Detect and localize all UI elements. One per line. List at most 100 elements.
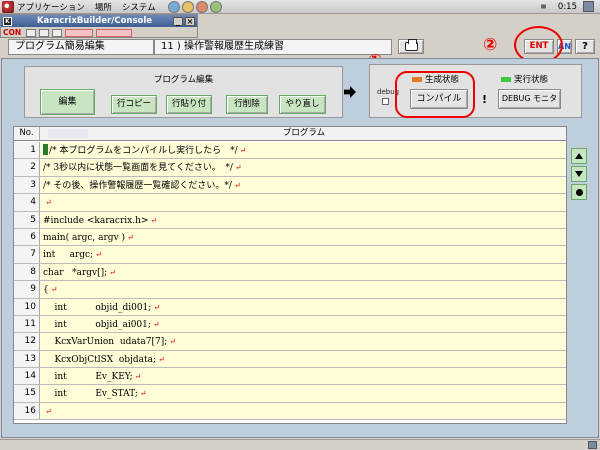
exec-status-label: 実行状態	[514, 75, 549, 85]
return-mark: ↵	[150, 215, 158, 225]
header-field	[48, 129, 88, 138]
minimize-button[interactable]: _	[173, 16, 183, 26]
code-line[interactable]: int Ev_STAT; ↵	[40, 385, 566, 402]
code-line[interactable]: int Ev_KEY; ↵	[40, 368, 566, 385]
edit-button[interactable]: 編集	[40, 89, 95, 115]
code-line[interactable]: #include <karacrix.h> ↵	[40, 211, 566, 228]
code-line[interactable]: int objid_di001; ↵	[40, 298, 566, 315]
console-title-bar[interactable]: K KaracrixBuilder/Console _ ×	[1, 15, 197, 27]
return-mark: ↵	[169, 337, 176, 347]
table-row[interactable]: 11 int objid_ai001; ↵	[14, 315, 566, 334]
office-launcher-icon[interactable]	[195, 0, 208, 13]
table-row[interactable]: 9{↵	[14, 281, 566, 299]
code-line[interactable]: char *argv[]; ↵	[40, 263, 566, 281]
system-tray: 0:15	[540, 1, 594, 12]
menu-places[interactable]: 場所	[95, 1, 112, 13]
table-row[interactable]: 1/* 本プログラムをコンパイルし実行したら */↵	[14, 142, 566, 160]
menu-system[interactable]: システム	[122, 1, 156, 13]
triangle-down-icon	[575, 171, 583, 177]
code-line[interactable]: /* その後、操作警報履歴一覧確認ください。*/↵	[40, 176, 566, 194]
mail-launcher-icon[interactable]	[181, 0, 194, 13]
table-row[interactable]: 3/* その後、操作警報履歴一覧確認ください。*/↵	[14, 176, 566, 195]
line-number: 10	[14, 298, 40, 315]
code-line[interactable]: ↵	[40, 194, 566, 211]
table-row[interactable]: 6 main( argc, argv ) ↵	[14, 228, 566, 247]
line-number: 16	[14, 402, 40, 420]
exec-status-swatch	[501, 77, 511, 82]
code-line[interactable]: /* 本プログラムをコンパイルし実行したら */↵	[40, 142, 566, 159]
return-mark: ↵	[139, 389, 147, 399]
console-tool-icon[interactable]	[26, 28, 37, 37]
return-mark: ↵	[152, 319, 160, 329]
code-line[interactable]: int objid_ai001; ↵	[40, 315, 566, 333]
table-row[interactable]: 5 #include <karacrix.h> ↵	[14, 211, 566, 229]
triangle-up-icon	[575, 153, 583, 159]
table-header: No. プログラム	[14, 127, 566, 141]
table-row[interactable]: 16 ↵	[14, 402, 566, 421]
return-mark: ↵	[234, 163, 242, 173]
code-line[interactable]: KcxVarUnion udata7[7]; ↵	[40, 333, 566, 350]
undo-button[interactable]: やり直し	[279, 95, 326, 114]
print-button[interactable]	[398, 39, 424, 54]
code-text: KcxVarUnion udata7[7];	[43, 337, 168, 348]
code-text: main( argc, argv )	[43, 232, 126, 243]
terminal-launcher-icon[interactable]	[209, 0, 222, 13]
callout-number-2: ②	[483, 35, 498, 55]
table-row[interactable]: 7 int argc; ↵	[14, 246, 566, 264]
table-row[interactable]: 13 KcxObjCtlSX objdata; ↵	[14, 350, 566, 369]
code-line[interactable]: int argc; ↵	[40, 246, 566, 263]
volume-icon[interactable]	[540, 1, 553, 12]
line-number: 9	[14, 281, 40, 298]
code-text: char *argv[];	[43, 267, 108, 278]
console-red-tab[interactable]	[65, 28, 94, 37]
program-edit-panel: プログラム編集 編集 行コピー 行貼り付 行削除 やり直し	[24, 66, 343, 118]
return-mark: ↵	[50, 285, 58, 295]
return-mark: ↵	[127, 232, 134, 242]
console-app-icon: K	[3, 16, 12, 26]
table-row[interactable]: 2/* 3秒以内に状態一覧画面を見てください。 */↵	[14, 159, 566, 177]
line-number: 13	[14, 350, 40, 368]
console-toolbar: CON	[1, 27, 197, 38]
table-row[interactable]: 8 char *argv[]; ↵	[14, 263, 566, 282]
browser-launcher-icon[interactable]	[167, 0, 180, 13]
console-tool-icon[interactable]	[39, 28, 50, 37]
table-row[interactable]: 14 int Ev_KEY; ↵	[14, 368, 566, 386]
console-red-tab[interactable]	[96, 28, 133, 37]
compile-button[interactable]: コンパイル	[410, 89, 468, 109]
code-text: int Ev_STAT;	[43, 389, 138, 400]
scroll-up-button[interactable]	[571, 148, 587, 164]
line-number: 8	[14, 263, 40, 281]
ent-button[interactable]: ENT	[524, 39, 554, 54]
column-header-no: No.	[14, 127, 40, 140]
code-line[interactable]: KcxObjCtlSX objdata; ↵	[40, 350, 566, 368]
delete-line-button[interactable]: 行削除	[226, 95, 268, 114]
program-table: No. プログラム 1/* 本プログラムをコンパイルし実行したら */↵ 2/* …	[13, 126, 567, 424]
workspace-switcher-icon[interactable]	[583, 1, 594, 12]
table-row[interactable]: 4 ↵	[14, 194, 566, 212]
code-line[interactable]: ↵	[40, 402, 566, 420]
close-button[interactable]: ×	[185, 16, 195, 26]
scroll-down-button[interactable]	[571, 166, 587, 182]
an-button[interactable]: AN	[557, 39, 572, 54]
paste-line-button[interactable]: 行貼り付	[166, 95, 212, 114]
code-line[interactable]: main( argc, argv ) ↵	[40, 228, 566, 246]
clock[interactable]: 0:15	[558, 2, 577, 12]
table-row[interactable]: 10 int objid_di001; ↵	[14, 298, 566, 316]
debug-monitor-button[interactable]: DEBUG モニタ	[498, 89, 561, 109]
code-text: /* 3秒以内に状態一覧画面を見てください。 */	[43, 163, 233, 174]
table-row[interactable]: 12 KcxVarUnion udata7[7]; ↵	[14, 333, 566, 351]
console-tool-icon[interactable]	[52, 28, 63, 37]
help-button[interactable]: ?	[575, 39, 595, 54]
scroll-position-button[interactable]	[571, 184, 587, 200]
gnome-foot-icon[interactable]	[2, 0, 14, 13]
workspace-icon[interactable]	[588, 441, 597, 449]
program-name: 11 ) 操作警報履歴生成練習	[154, 39, 392, 55]
copy-line-button[interactable]: 行コピー	[111, 95, 157, 114]
debug-checkbox[interactable]	[382, 98, 389, 105]
return-mark: ↵	[239, 146, 247, 155]
arrow-right-icon	[344, 86, 356, 98]
code-line[interactable]: {↵	[40, 281, 566, 298]
menu-applications[interactable]: アプリケーション	[17, 1, 85, 13]
table-row[interactable]: 15 int Ev_STAT; ↵	[14, 385, 566, 403]
code-line[interactable]: /* 3秒以内に状態一覧画面を見てください。 */↵	[40, 159, 566, 176]
